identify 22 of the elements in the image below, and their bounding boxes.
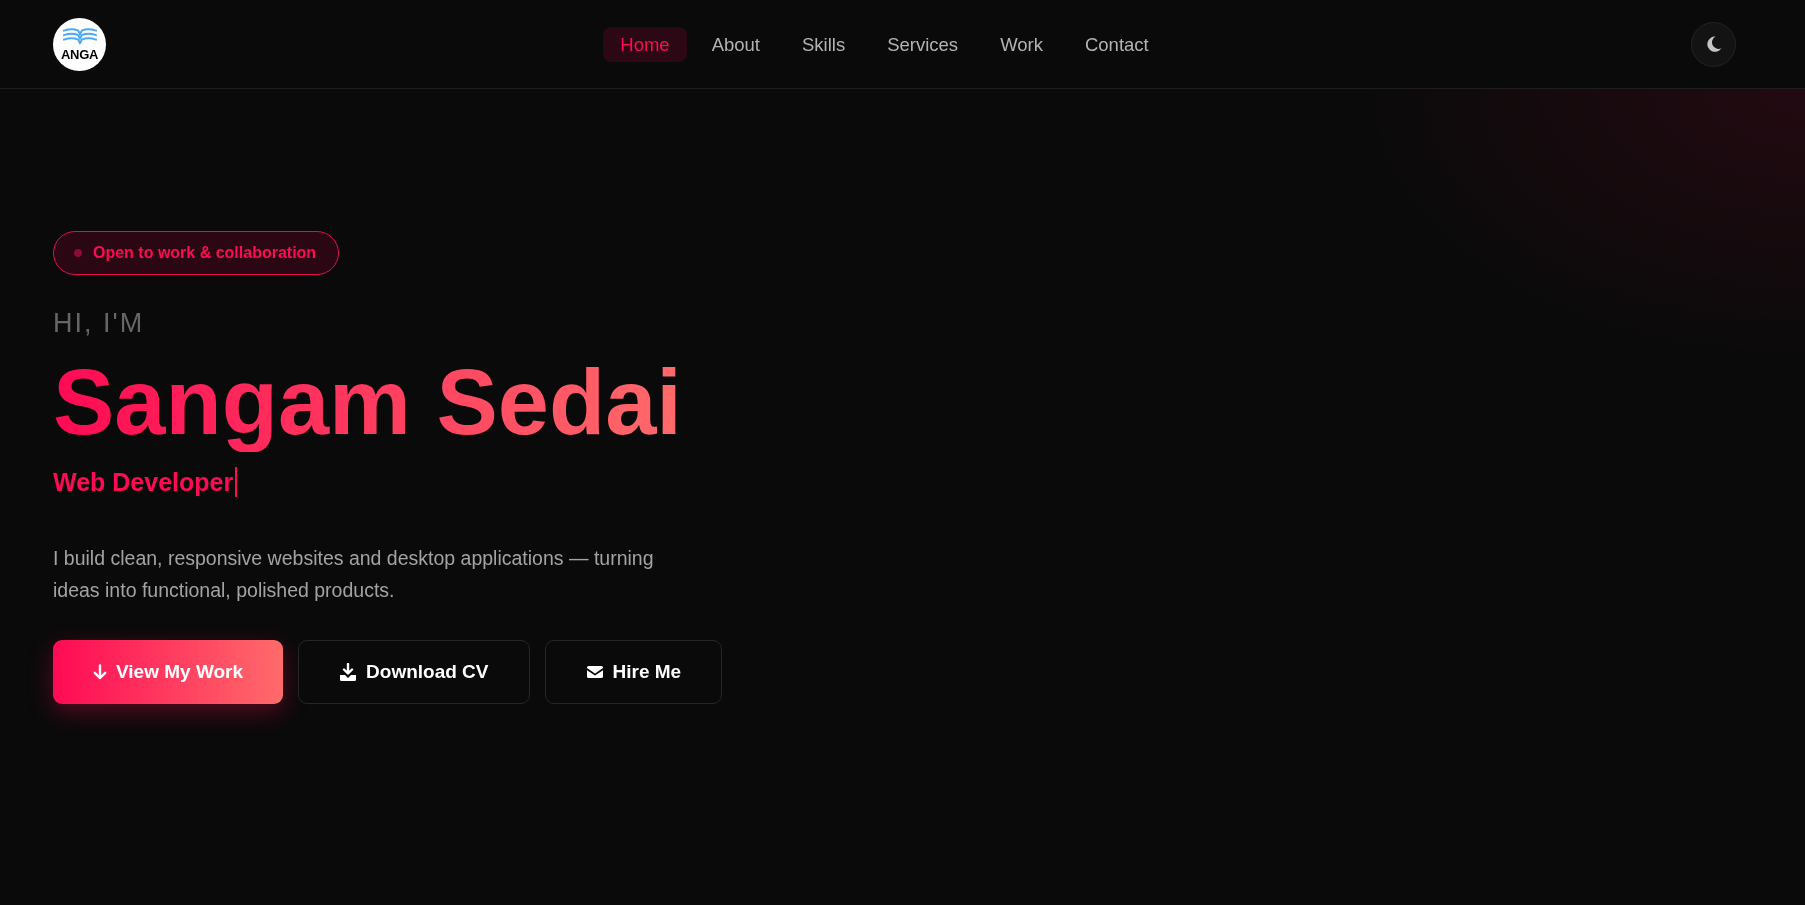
logo-text: ANGA bbox=[60, 47, 99, 61]
nav-link[interactable]: Work bbox=[983, 26, 1060, 62]
text-cursor-icon bbox=[235, 467, 238, 497]
theme-toggle-button[interactable] bbox=[1691, 21, 1736, 67]
badge-text: Open to work & collaboration bbox=[93, 244, 317, 262]
role-text: Web Developer bbox=[53, 467, 234, 498]
waves-icon bbox=[61, 27, 98, 45]
envelope-icon bbox=[585, 665, 604, 679]
nav-link[interactable]: Home bbox=[603, 26, 687, 62]
nav-link[interactable]: Services bbox=[870, 26, 976, 62]
hero-description: I build clean, responsive websites and desktop applications — turning ideas into functional, polished products. bbox=[53, 546, 655, 603]
download-icon bbox=[339, 663, 358, 681]
nav-link[interactable]: About bbox=[694, 26, 777, 62]
arrow-down-icon bbox=[93, 664, 107, 680]
moon-icon bbox=[1705, 36, 1722, 52]
download-cv-button[interactable]: Download CV bbox=[298, 640, 530, 704]
status-dot-icon bbox=[74, 249, 82, 257]
logo[interactable]: ANGA bbox=[53, 17, 106, 71]
hire-me-button[interactable]: Hire Me bbox=[544, 640, 723, 704]
nav-link[interactable]: Skills bbox=[785, 26, 863, 62]
nav-link[interactable]: Contact bbox=[1067, 26, 1166, 62]
greeting-text: HI, I'M bbox=[53, 307, 145, 339]
